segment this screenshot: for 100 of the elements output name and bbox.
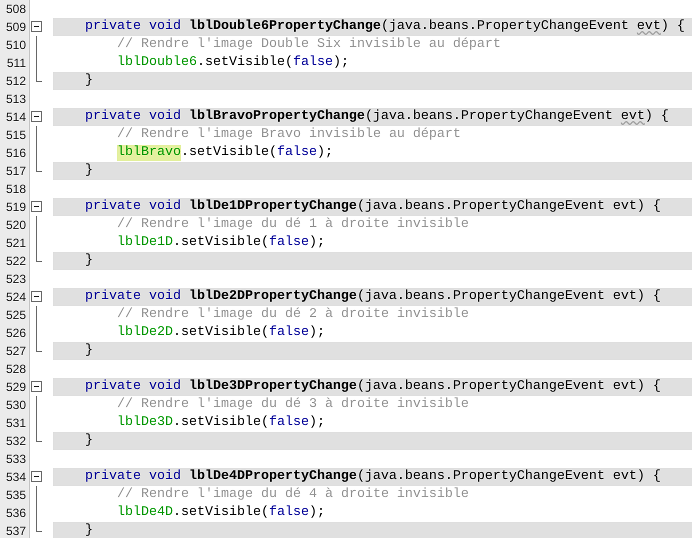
line-number: 516 [0, 144, 30, 162]
line-number: 517 [0, 162, 30, 180]
code-token: } [85, 343, 93, 359]
line-number: 535 [0, 486, 30, 504]
line-number: 513 [0, 90, 30, 108]
highlighted-identifier: lblBravo [117, 145, 181, 161]
code-token: .setVisible( [173, 505, 269, 521]
fold-end-line [36, 342, 42, 352]
code-token: ); [308, 505, 325, 521]
code-token: } [85, 253, 93, 269]
code-token: lblDouble6 [117, 55, 197, 71]
code-token: ); [332, 55, 349, 71]
line-number: 528 [0, 360, 30, 378]
fold-end-line [36, 252, 42, 262]
code-token: private void [85, 289, 181, 305]
code-token: false [268, 325, 309, 341]
fold-collapse-icon[interactable] [31, 381, 42, 392]
code-token: (java.beans.PropertyChangeEvent [380, 19, 630, 35]
line-number: 518 [0, 180, 30, 198]
line-number: 536 [0, 504, 30, 522]
line-number: 526 [0, 324, 30, 342]
fold-collapse-icon[interactable] [31, 21, 42, 32]
fold-end-line [36, 522, 42, 532]
code-token: } [85, 433, 93, 449]
line-number: 525 [0, 306, 30, 324]
line-number: 533 [0, 450, 30, 468]
code-token: .setVisible( [196, 55, 293, 71]
line-number: 521 [0, 234, 30, 252]
code-token: .setVisible( [173, 235, 269, 251]
code-token: lblDe3D [117, 415, 173, 431]
warning-parameter: evt [636, 19, 661, 35]
code-token: ); [308, 325, 325, 341]
code-token: // Rendre l'image du dé 3 à droite invisible [117, 397, 469, 413]
code-token: lblDe2DPropertyChange [188, 289, 357, 305]
fold-end-line [36, 162, 42, 172]
code-token: // Rendre l'image du dé 4 à droite invisible [117, 487, 469, 503]
code-token: false [276, 145, 317, 161]
code-token: ); [308, 415, 325, 431]
line-number: 534 [0, 468, 30, 486]
code-token: ); [308, 235, 325, 251]
code-token: lblDe1D [117, 235, 173, 251]
line-number: 510 [0, 36, 30, 54]
fold-end-line [36, 72, 42, 82]
code-token: lblDe1DPropertyChange [188, 199, 357, 215]
code-token: } [85, 73, 93, 89]
fold-collapse-icon[interactable] [31, 201, 42, 212]
line-number: 537 [0, 522, 30, 538]
code-token: (java.beans.PropertyChangeEvent evt) { [356, 289, 661, 305]
code-token: .setVisible( [173, 415, 269, 431]
code-token: // Rendre l'image du dé 1 à droite invisible [117, 217, 469, 233]
line-number: 522 [0, 252, 30, 270]
line-number: 515 [0, 126, 30, 144]
code-token: private void [85, 469, 181, 485]
line-number: 527 [0, 342, 30, 360]
code-token: lblDe3DPropertyChange [188, 379, 357, 395]
code-token: ) { [660, 19, 685, 35]
code-token: private void [85, 379, 181, 395]
line-number: 529 [0, 378, 30, 396]
line-number: 509 [0, 18, 30, 36]
code-token: private void [85, 19, 181, 35]
code-token: lblDe4D [117, 505, 173, 521]
code-token: // Rendre l'image Bravo invisible au départ [117, 127, 461, 143]
code-token: private void [85, 199, 181, 215]
code-token: (java.beans.PropertyChangeEvent [364, 109, 614, 125]
code-token: lblDe2D [117, 325, 173, 341]
line-number: 520 [0, 216, 30, 234]
code-token: .setVisible( [173, 325, 269, 341]
code-token: } [85, 163, 93, 179]
line-number: 530 [0, 396, 30, 414]
fold-end-line [36, 432, 42, 442]
fold-collapse-icon[interactable] [31, 471, 42, 482]
code-token: (java.beans.PropertyChangeEvent evt) { [356, 469, 661, 485]
code-token: false [268, 505, 309, 521]
line-number: 532 [0, 432, 30, 450]
code-token: lblDe4DPropertyChange [188, 469, 357, 485]
code-token: lblDouble6PropertyChange [188, 19, 381, 35]
fold-collapse-icon[interactable] [31, 291, 42, 302]
code-token: lblBravoPropertyChange [188, 109, 365, 125]
code-token: ); [316, 145, 333, 161]
line-number: 514 [0, 108, 30, 126]
line-number: 508 [0, 0, 30, 18]
code-token: (java.beans.PropertyChangeEvent evt) { [356, 199, 661, 215]
code-token: } [85, 523, 93, 538]
code-token: false [268, 415, 309, 431]
line-number: 512 [0, 72, 30, 90]
code-token: ) { [644, 109, 669, 125]
code-token: private void [85, 109, 181, 125]
code-token: .setVisible( [181, 145, 277, 161]
line-number: 524 [0, 288, 30, 306]
line-number: 531 [0, 414, 30, 432]
code-token: // Rendre l'image Double Six invisible au départ [117, 37, 501, 53]
code-token: false [268, 235, 309, 251]
code-token: (java.beans.PropertyChangeEvent evt) { [356, 379, 661, 395]
line-number: 511 [0, 54, 30, 72]
line-number: 519 [0, 198, 30, 216]
code-token: false [292, 55, 333, 71]
code-token: // Rendre l'image du dé 2 à droite invisible [117, 307, 469, 323]
fold-collapse-icon[interactable] [31, 111, 42, 122]
warning-parameter: evt [620, 109, 645, 125]
line-number: 523 [0, 270, 30, 288]
